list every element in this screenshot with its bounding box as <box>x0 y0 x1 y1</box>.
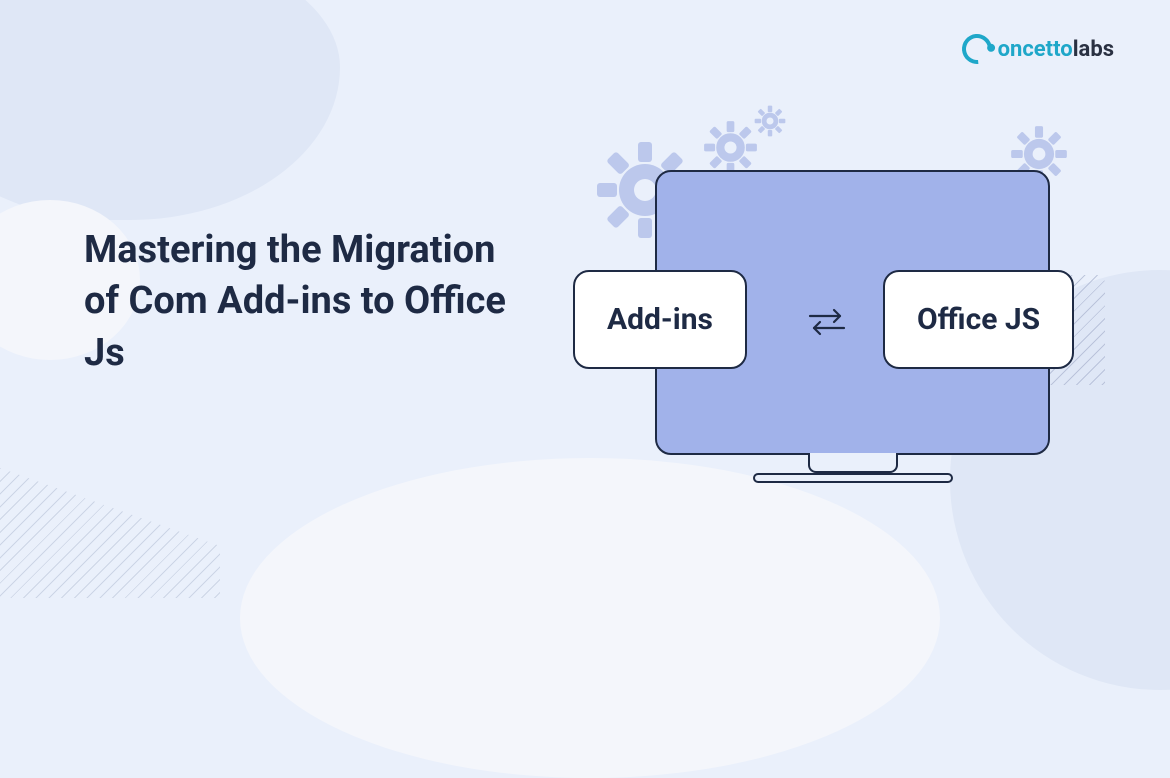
logo-text: oncettolabs <box>998 37 1114 62</box>
page-title: Mastering the Migration of Com Add-ins t… <box>84 225 524 379</box>
gear-icon <box>754 105 786 137</box>
monitor-stand <box>808 453 898 473</box>
swap-arrows-icon <box>804 299 850 345</box>
background-blob <box>0 0 340 220</box>
gear-icon <box>703 120 758 175</box>
logo-icon <box>955 28 997 70</box>
logo-word: labs <box>1073 37 1114 62</box>
illustration: Add-ins Office JS <box>555 105 1135 515</box>
card-addins: Add-ins <box>573 270 747 369</box>
diagonal-pattern <box>0 468 220 598</box>
logo: oncettolabs <box>962 34 1114 64</box>
monitor-base <box>753 473 953 483</box>
logo-word: oncetto <box>998 37 1073 62</box>
card-officejs: Office JS <box>883 270 1074 369</box>
